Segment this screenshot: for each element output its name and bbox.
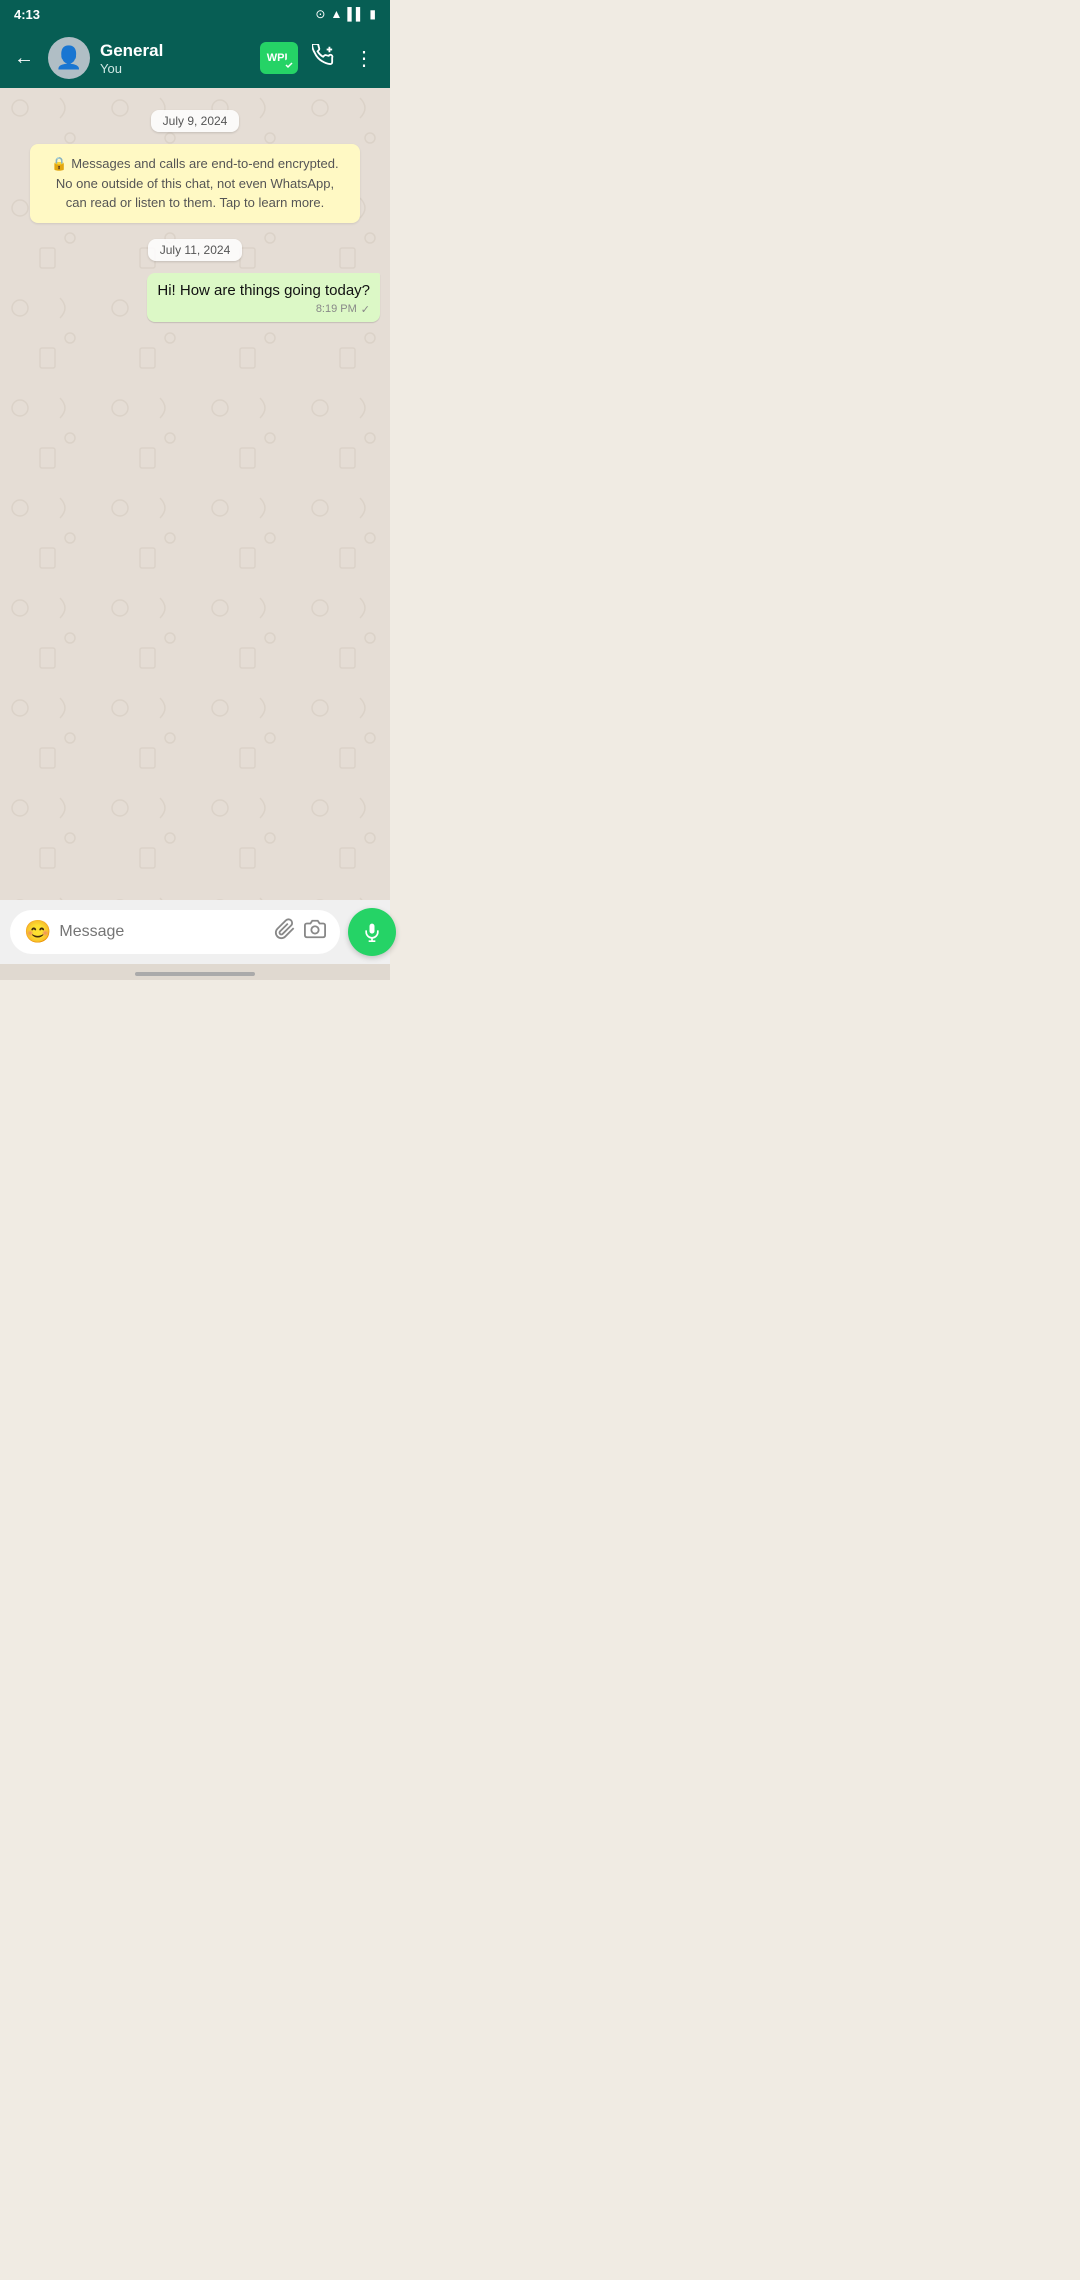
contact-info[interactable]: General You (100, 41, 250, 76)
emoji-icon: 😊 (24, 919, 51, 944)
chat-area: July 9, 2024 🔒 Messages and calls are en… (0, 88, 390, 900)
wifi-icon: ▲ (330, 7, 342, 21)
attach-button[interactable] (274, 918, 296, 946)
home-bar (135, 972, 255, 976)
signal-icon: ▌▌ (347, 7, 364, 21)
avatar-person-icon: 👤 (55, 45, 82, 71)
delivered-check-icon: ✓ (361, 303, 370, 316)
toolbar: ← 👤 General You WPL ⋮ (0, 28, 390, 88)
contact-name: General (100, 41, 250, 61)
message-row-1: Hi! How are things going today? 8:19 PM … (10, 273, 380, 322)
battery-icon: ▮ (369, 7, 376, 21)
message-input[interactable] (59, 923, 266, 941)
status-bar: 4:13 ⊙ ▲ ▌▌ ▮ (0, 0, 390, 28)
date-separator-2: July 11, 2024 (10, 239, 380, 261)
more-options-button[interactable]: ⋮ (348, 42, 380, 75)
toolbar-actions: WPL ⋮ (260, 40, 380, 76)
camera-status-icon: ⊙ (315, 7, 325, 21)
date-separator-1: July 9, 2024 (10, 110, 380, 132)
camera-button[interactable] (304, 918, 326, 946)
message-meta-1: 8:19 PM ✓ (157, 303, 370, 316)
message-input-wrapper: 😊 (10, 910, 340, 954)
contact-subtitle: You (100, 61, 250, 76)
encryption-text: 🔒 Messages and calls are end-to-end encr… (51, 156, 338, 210)
date-label-2: July 11, 2024 (148, 239, 243, 261)
emoji-button[interactable]: 😊 (24, 919, 51, 945)
message-text-1: Hi! How are things going today? (157, 282, 370, 299)
message-time-1: 8:19 PM (316, 303, 357, 315)
wpl-check-icon (283, 59, 295, 71)
date-label-1: July 9, 2024 (151, 110, 240, 132)
status-time: 4:13 (14, 7, 40, 22)
contact-avatar[interactable]: 👤 (48, 37, 90, 79)
message-bubble-1[interactable]: Hi! How are things going today? 8:19 PM … (147, 273, 380, 322)
back-button[interactable]: ← (10, 43, 38, 74)
add-call-button[interactable] (306, 40, 340, 76)
wpl-badge[interactable]: WPL (260, 42, 298, 74)
status-icons: ⊙ ▲ ▌▌ ▮ (315, 7, 376, 21)
input-bar: 😊 (0, 900, 390, 964)
encryption-notice[interactable]: 🔒 Messages and calls are end-to-end encr… (30, 144, 360, 223)
mic-button[interactable] (348, 908, 396, 956)
home-indicator (0, 964, 390, 980)
